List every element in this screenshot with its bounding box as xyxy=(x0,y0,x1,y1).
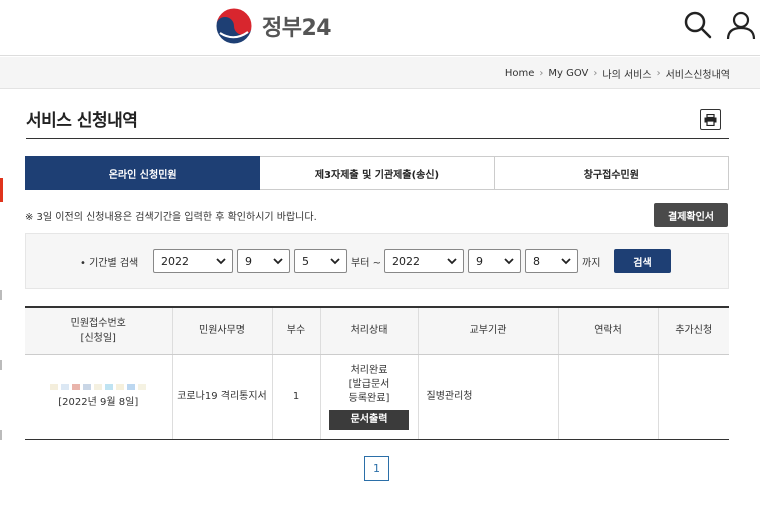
header-line: 민원접수번호 xyxy=(70,317,126,329)
print-document-button[interactable]: 문서출력 xyxy=(329,409,409,430)
side-tick xyxy=(0,360,2,370)
table-header-row: 민원접수번호 [신청일] 민원사무명 부수 처리상태 교부기관 연락처 추가신청 xyxy=(25,306,729,355)
to-year-select[interactable]: 2022 xyxy=(384,249,464,273)
from-year-value: 2022 xyxy=(161,254,189,268)
top-header: 정부24 xyxy=(0,0,760,56)
chevron-down-icon xyxy=(216,258,226,265)
col-header-count: 부수 xyxy=(271,306,320,355)
breadcrumb: Home › My GOV › 나의 서비스 › 서비스신청내역 xyxy=(505,66,730,81)
breadcrumb-mygov[interactable]: My GOV xyxy=(548,68,588,79)
chevron-right-icon: › xyxy=(539,68,544,79)
to-day-select[interactable]: 8 xyxy=(525,249,578,273)
logo-text: 정부24 xyxy=(262,16,332,41)
search-icon[interactable] xyxy=(683,10,713,40)
chevron-right-icon: › xyxy=(593,68,598,79)
page-title: 서비스 신청내역 xyxy=(26,111,138,131)
chevron-down-icon xyxy=(504,258,514,265)
contact-cell xyxy=(557,354,658,440)
from-suffix: 부터 ~ xyxy=(351,258,381,269)
to-month-select[interactable]: 9 xyxy=(468,249,521,273)
pagination-page-button[interactable]: 1 xyxy=(364,456,389,481)
breadcrumb-current: 서비스신청내역 xyxy=(665,70,730,81)
to-year-value: 2022 xyxy=(392,254,420,268)
from-year-select[interactable]: 2022 xyxy=(153,249,233,273)
from-month-value: 9 xyxy=(245,254,252,268)
tab-bar: 온라인 신청민원 제3자제출 및 기관제출(송신) 창구접수민원 xyxy=(25,156,729,190)
col-header-service: 민원사무명 xyxy=(171,306,272,355)
title-divider xyxy=(26,138,729,139)
breadcrumb-my-services[interactable]: 나의 서비스 xyxy=(602,66,651,81)
from-day-value: 5 xyxy=(302,254,309,268)
tab-online-applications[interactable]: 온라인 신청민원 xyxy=(25,156,261,190)
tab-third-party-submission[interactable]: 제3자제출 및 기관제출(송신) xyxy=(260,156,495,190)
breadcrumb-home[interactable]: Home xyxy=(505,68,535,79)
chevron-right-icon: › xyxy=(656,68,661,79)
status-text: 처리완료 xyxy=(350,364,388,376)
col-header-additional: 추가신청 xyxy=(657,306,729,355)
service-name-cell[interactable]: 코로나19 격리통지서 xyxy=(171,354,272,440)
receipt-no-cell: [2022년 9월 8일] xyxy=(25,354,172,440)
tab-counter-applications[interactable]: 창구접수민원 xyxy=(494,156,729,190)
taegeuk-logo-icon xyxy=(215,7,253,45)
printer-icon xyxy=(704,113,717,126)
col-header-status: 처리상태 xyxy=(319,306,418,355)
col-header-issuing-agency: 교부기관 xyxy=(417,306,558,355)
from-day-select[interactable]: 5 xyxy=(294,249,347,273)
to-day-value: 8 xyxy=(533,254,540,268)
breadcrumb-bar: Home › My GOV › 나의 서비스 › 서비스신청내역 xyxy=(0,57,760,89)
search-button[interactable]: 검색 xyxy=(614,249,671,273)
chevron-down-icon xyxy=(273,258,283,265)
additional-request-cell xyxy=(657,354,729,440)
user-icon[interactable] xyxy=(726,10,756,40)
col-header-contact: 연락처 xyxy=(557,306,658,355)
side-tick xyxy=(0,430,2,440)
issuing-agency-cell: 질병관리청 xyxy=(417,354,558,440)
side-indicator xyxy=(0,178,3,202)
payment-receipt-button[interactable]: 결제확인서 xyxy=(654,203,728,227)
side-tick xyxy=(0,290,2,300)
count-cell: 1 xyxy=(271,354,320,440)
application-date: [2022년 9월 8일] xyxy=(58,396,139,408)
table-row: [2022년 9월 8일] 코로나19 격리통지서 1 처리완료 [발급문서 등… xyxy=(25,354,729,440)
chevron-down-icon xyxy=(447,258,457,265)
status-text: [발급문서 xyxy=(348,378,390,390)
col-header-receipt-no: 민원접수번호 [신청일] xyxy=(25,306,172,355)
status-text: 등록완료] xyxy=(348,392,390,404)
redacted-receipt-number xyxy=(25,383,172,390)
header-line: [신청일] xyxy=(80,332,116,344)
results-table: 민원접수번호 [신청일] 민원사무명 부수 처리상태 교부기관 연락처 추가신청… xyxy=(25,306,729,440)
print-button[interactable] xyxy=(700,109,721,130)
to-suffix: 까지 xyxy=(582,258,601,269)
to-month-value: 9 xyxy=(476,254,483,268)
gov24-logo[interactable]: 정부24 xyxy=(214,6,332,46)
chevron-down-icon xyxy=(330,258,340,265)
from-month-select[interactable]: 9 xyxy=(237,249,290,273)
chevron-down-icon xyxy=(561,258,571,265)
notice-text: ※ 3일 이전의 신청내용은 검색기간을 입력한 후 확인하시기 바랍니다. xyxy=(25,212,317,223)
status-cell: 처리완료 [발급문서 등록완료] 문서출력 xyxy=(319,354,418,440)
filter-label: • 기간별 검색 xyxy=(80,258,139,269)
date-filter-panel: • 기간별 검색 2022 9 5 부터 ~ 2022 9 8 까지 검색 xyxy=(25,233,729,289)
